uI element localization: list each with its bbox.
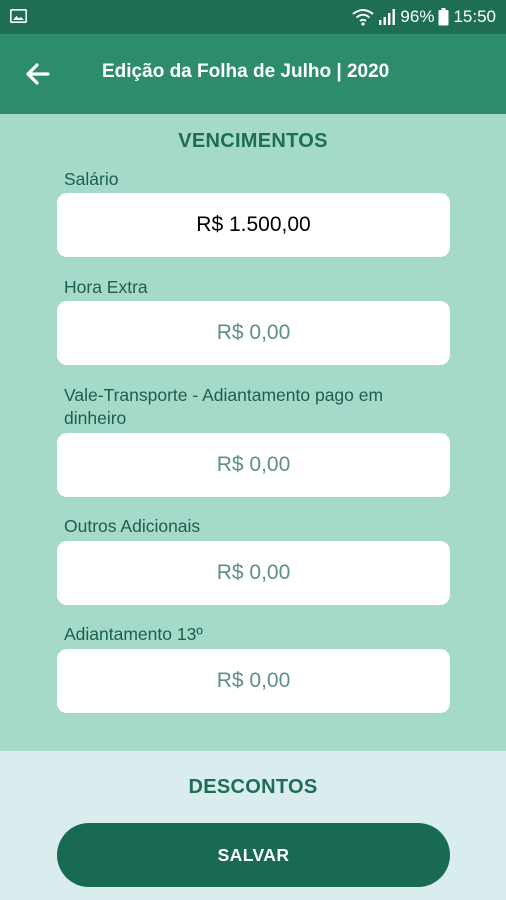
vale-transporte-label: Vale-Transporte - Adiantamento pago em d… — [64, 385, 384, 428]
battery-percent: 96% — [400, 7, 435, 26]
save-button[interactable]: SALVAR — [57, 823, 450, 887]
app-bar: Edição da Folha de Julho | 2020 — [0, 34, 506, 114]
signal-icon — [379, 9, 396, 25]
salario-label: Salário — [64, 169, 119, 189]
hora-extra-input[interactable] — [57, 301, 450, 365]
status-bar: 96% 15:50 — [0, 0, 506, 34]
battery-icon — [438, 8, 449, 26]
adiantamento-13-input[interactable] — [57, 649, 450, 713]
vale-transporte-input[interactable] — [57, 433, 450, 497]
descontos-title: DESCONTOS — [188, 776, 318, 798]
hora-extra-label: Hora Extra — [64, 277, 148, 297]
outros-adicionais-label: Outros Adicionais — [64, 516, 201, 536]
adiantamento-13-label: Adiantamento 13º — [64, 624, 203, 644]
page-title: Edição da Folha de Julho | 2020 — [102, 61, 390, 82]
outros-adicionais-input[interactable] — [57, 541, 450, 605]
arrow-left-icon[interactable] — [22, 58, 54, 90]
image-icon — [10, 9, 27, 23]
salario-input[interactable] — [57, 193, 450, 257]
vencimentos-title: VENCIMENTOS — [178, 130, 328, 152]
wifi-icon — [352, 9, 375, 26]
clock: 15:50 — [453, 7, 496, 26]
